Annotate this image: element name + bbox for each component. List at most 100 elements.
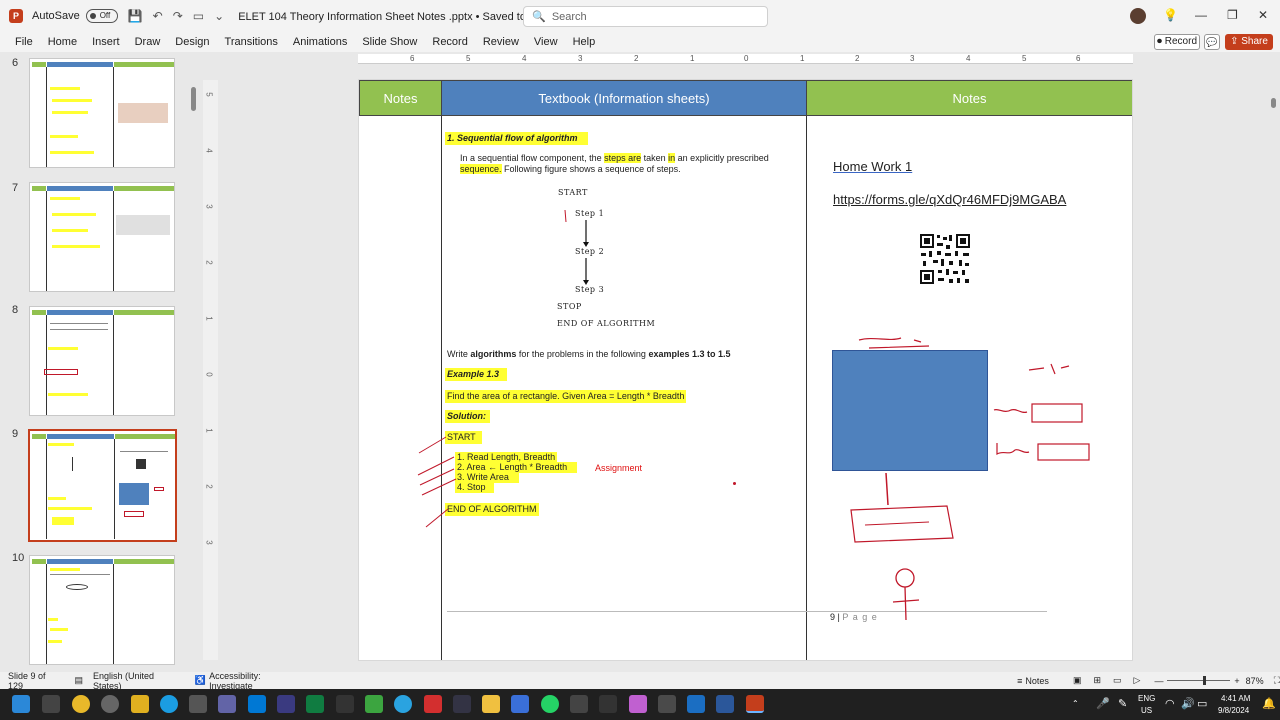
- wifi-icon[interactable]: ◠: [1165, 697, 1175, 710]
- record-button[interactable]: ⏺ Record: [1154, 34, 1200, 50]
- slide-thumbnail[interactable]: [29, 555, 175, 665]
- slide-thumbnail[interactable]: [29, 306, 175, 416]
- fit-slide-icon[interactable]: ⛶: [1274, 675, 1280, 686]
- tab-home[interactable]: Home: [48, 36, 77, 48]
- notes-toggle[interactable]: Notes: [1025, 676, 1049, 686]
- thumb-text: [50, 329, 108, 330]
- input-language[interactable]: ENG: [1138, 694, 1155, 703]
- windows-start-icon[interactable]: [12, 695, 30, 713]
- volume-icon[interactable]: 🔊: [1181, 697, 1195, 710]
- restore-icon[interactable]: ❐: [1227, 8, 1238, 22]
- lightbulb-icon[interactable]: 💡: [1163, 8, 1178, 22]
- undo-icon[interactable]: ↶: [153, 9, 163, 23]
- thumb-header: [114, 559, 174, 564]
- notifications-icon[interactable]: 🔔: [1262, 697, 1276, 710]
- mail-icon[interactable]: [248, 695, 266, 713]
- share-label: Share: [1241, 36, 1268, 47]
- windows-taskbar: ⌃ 🎤 ✎ ENG US ◠ 🔊 ▭ 4:41 AM 9/8/2024 🔔: [0, 689, 1280, 720]
- input-region[interactable]: US: [1141, 706, 1152, 715]
- slide-canvas[interactable]: Notes Textbook (Information sheets) Note…: [358, 79, 1133, 661]
- zoom-out-icon[interactable]: —: [1154, 676, 1163, 686]
- app-icon[interactable]: [599, 695, 617, 713]
- tray-chevron-icon[interactable]: ⌃: [1072, 699, 1079, 708]
- qr-code-icon: [919, 233, 971, 285]
- tab-draw[interactable]: Draw: [135, 36, 161, 48]
- slideshow-icon[interactable]: ▷: [1134, 675, 1141, 686]
- app-icon[interactable]: [687, 695, 705, 713]
- thumb-rectangle: [119, 483, 149, 505]
- edge-icon[interactable]: [160, 695, 178, 713]
- file-explorer-icon[interactable]: [482, 695, 500, 713]
- thumb-highlight: [50, 197, 80, 200]
- scrollbar-thumb[interactable]: [1271, 98, 1276, 108]
- spellcheck-icon[interactable]: ▤: [75, 675, 84, 686]
- ruler-tick: 4: [966, 54, 971, 63]
- ruler-tick: 2: [634, 54, 639, 63]
- language-status[interactable]: English (United States): [93, 671, 181, 691]
- pen-icon[interactable]: ✎: [1118, 697, 1127, 710]
- app-icon[interactable]: [336, 695, 354, 713]
- whatsapp-icon[interactable]: [541, 695, 559, 713]
- app-icon[interactable]: [101, 695, 119, 713]
- autosave-toggle[interactable]: Off: [85, 9, 118, 23]
- present-icon[interactable]: ▭: [193, 9, 204, 23]
- save-icon[interactable]: 💾: [128, 9, 143, 23]
- clock-date[interactable]: 9/8/2024: [1218, 706, 1249, 715]
- slide-sorter-icon[interactable]: ⊞: [1093, 675, 1101, 686]
- chrome-icon[interactable]: [72, 695, 90, 713]
- word-icon[interactable]: [716, 695, 734, 713]
- app-icon[interactable]: [131, 695, 149, 713]
- app-icon[interactable]: [218, 695, 236, 713]
- task-view-icon[interactable]: [42, 695, 60, 713]
- app-icon[interactable]: [511, 695, 529, 713]
- app-icon[interactable]: [658, 695, 676, 713]
- app-icon[interactable]: [453, 695, 471, 713]
- tab-slide-show[interactable]: Slide Show: [362, 36, 417, 48]
- close-icon[interactable]: ✕: [1258, 8, 1268, 22]
- accessibility-status[interactable]: Accessibility: Investigate: [209, 671, 302, 691]
- tab-design[interactable]: Design: [175, 36, 209, 48]
- telegram-icon[interactable]: [394, 695, 412, 713]
- tab-help[interactable]: Help: [573, 36, 596, 48]
- slide-thumbnail[interactable]: [29, 58, 175, 168]
- normal-view-icon[interactable]: ▣: [1073, 675, 1082, 686]
- customize-toolbar-icon[interactable]: ⌄: [214, 9, 224, 23]
- homework-link[interactable]: https://forms.gle/qXdQr46MFDj9MGABA: [833, 192, 1066, 208]
- tab-transitions[interactable]: Transitions: [225, 36, 278, 48]
- slide-thumbnail[interactable]: [29, 182, 175, 292]
- minimize-icon[interactable]: —: [1195, 8, 1207, 22]
- comments-icon[interactable]: 💬: [1204, 34, 1220, 50]
- app-icon[interactable]: [365, 695, 383, 713]
- ruler-tick: 6: [1076, 54, 1081, 63]
- app-icon[interactable]: [277, 695, 295, 713]
- slide-thumbnail-selected[interactable]: [28, 429, 177, 542]
- excel-icon[interactable]: [306, 695, 324, 713]
- app-icon[interactable]: [629, 695, 647, 713]
- zoom-level[interactable]: 87%: [1246, 676, 1264, 686]
- zoom-slider[interactable]: [1167, 676, 1231, 685]
- powerpoint-taskbar-icon[interactable]: [746, 695, 764, 713]
- microphone-icon[interactable]: 🎤: [1096, 697, 1110, 710]
- tab-insert[interactable]: Insert: [92, 36, 120, 48]
- thumbnails-scrollbar[interactable]: [191, 87, 196, 111]
- zoom-in-icon[interactable]: +: [1234, 676, 1239, 686]
- battery-icon[interactable]: ▭: [1197, 697, 1207, 710]
- app-icon[interactable]: [570, 695, 588, 713]
- app-icon[interactable]: [424, 695, 442, 713]
- vertical-scrollbar[interactable]: [1268, 60, 1278, 668]
- tab-view[interactable]: View: [534, 36, 558, 48]
- zoom-slider-handle[interactable]: [1203, 676, 1207, 685]
- search-input[interactable]: 🔍 Search: [523, 6, 768, 27]
- clock-time[interactable]: 4:41 AM: [1221, 694, 1250, 703]
- share-button[interactable]: ⇪ Share: [1225, 34, 1273, 50]
- tab-record[interactable]: Record: [432, 36, 467, 48]
- app-icon[interactable]: [189, 695, 207, 713]
- avatar[interactable]: [1130, 8, 1146, 24]
- tab-animations[interactable]: Animations: [293, 36, 347, 48]
- tab-file[interactable]: File: [15, 36, 33, 48]
- reading-view-icon[interactable]: ▭: [1113, 675, 1122, 686]
- thumb-arrow: [72, 457, 73, 471]
- tab-review[interactable]: Review: [483, 36, 519, 48]
- redo-icon[interactable]: ↷: [173, 9, 183, 23]
- ruler-tick: 3: [578, 54, 583, 63]
